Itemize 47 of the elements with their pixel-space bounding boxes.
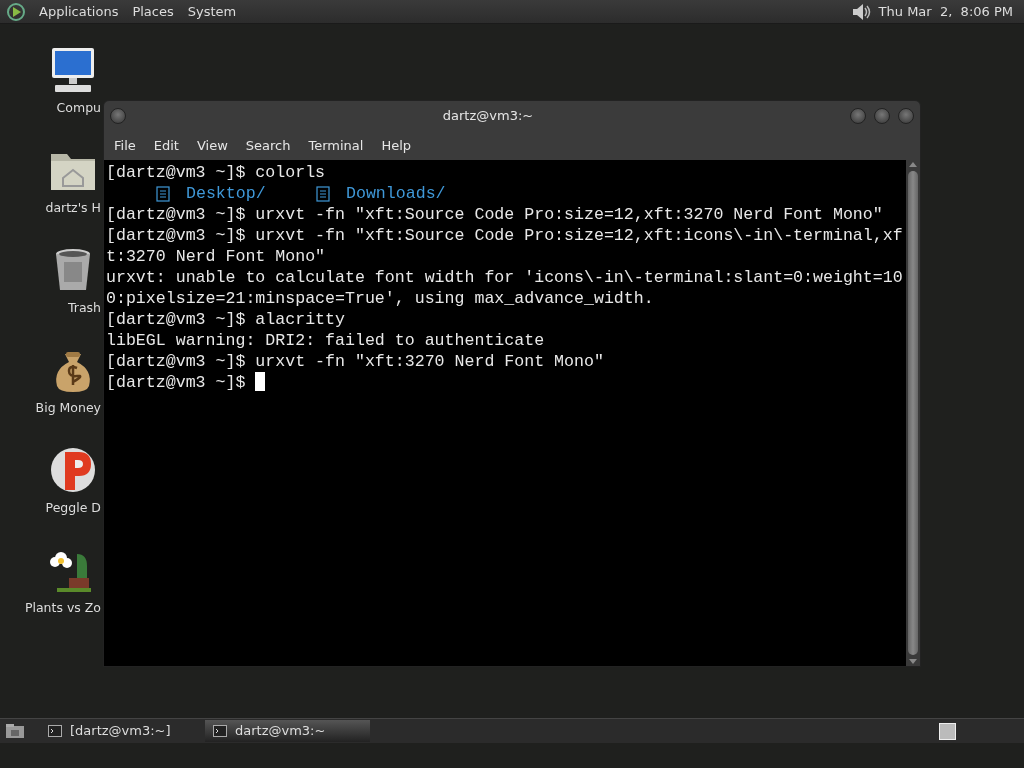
terminal-line: [dartz@vm3 ~]$ colorls — [106, 163, 326, 182]
directory-name[interactable]: Downloads/ — [346, 183, 446, 204]
logo-icon[interactable] — [6, 1, 26, 22]
text-cursor — [255, 372, 266, 391]
icon-label[interactable]: Trash — [67, 299, 101, 318]
icon-label[interactable]: Plants vs Zo — [24, 599, 101, 618]
menu-item[interactable]: Places — [125, 0, 181, 24]
menu-item[interactable]: Edit — [144, 131, 188, 160]
window-button[interactable] — [110, 108, 126, 124]
terminal-line: [dartz@vm3 ~]$ urxvt -fn "xft:3270 Nerd Font Mono" — [106, 352, 604, 371]
terminal-line: urxvt: unable to calculate font width for 'icons\-in\-terminal:slant=0:weight=10 — [106, 268, 903, 287]
directory-icon — [156, 185, 170, 202]
show-desktop-icon[interactable] — [4, 722, 26, 740]
scrollbar-thumb[interactable] — [908, 171, 918, 655]
menu-item[interactable]: Terminal — [299, 131, 373, 160]
icon-label[interactable]: dartz's H — [45, 199, 101, 218]
menu-item[interactable]: Applications — [32, 0, 126, 24]
terminal-line: [dartz@vm3 ~]$ alacritty — [106, 310, 345, 329]
scroll-up-icon[interactable] — [908, 160, 918, 168]
maximize-button[interactable] — [874, 108, 890, 124]
taskbar-button[interactable]: dartz@vm3:~ — [205, 720, 370, 742]
icon-label[interactable]: Peggle D — [45, 499, 101, 518]
terminal-line: t:3270 Nerd Font Mono" — [106, 247, 326, 266]
terminal-icon — [213, 725, 227, 737]
close-button[interactable] — [898, 108, 914, 124]
directory-name[interactable]: Desktop/ — [186, 183, 266, 204]
directory-icon — [316, 185, 330, 202]
terminal-line: [dartz@vm3 ~]$ urxvt -fn "xft:Source Code Pro:size=12,xft:3270 Nerd Font Mono" — [106, 205, 883, 224]
icon-label[interactable]: Compu — [56, 99, 101, 118]
terminal-line: 0:pixelsize=21:minspace=True', using max_advance_width. — [106, 289, 654, 308]
terminal-icon — [48, 725, 62, 737]
scrollbar[interactable] — [906, 160, 920, 666]
menu-item[interactable]: Help — [372, 131, 421, 160]
terminal-line: [dartz@vm3 ~]$ — [106, 373, 246, 392]
menu-item[interactable]: System — [180, 0, 244, 24]
icon-label[interactable]: Big Money — [35, 399, 101, 418]
menu-item[interactable]: View — [187, 131, 237, 160]
terminal-line: [dartz@vm3 ~]$ urxvt -fn "xft:Source Code Pro:size=12,xft:icons\-in\-terminal,xf — [106, 226, 903, 245]
menu-item[interactable]: Search — [236, 131, 300, 160]
taskbar-button[interactable]: [dartz@vm3:~] — [40, 720, 205, 742]
window-title: dartz@vm3:~ — [441, 107, 535, 126]
minimize-button[interactable] — [850, 108, 866, 124]
menu-item[interactable]: File — [105, 131, 145, 160]
terminal-line: libEGL warning: DRI2: failed to authenticate — [106, 331, 545, 350]
workspace-switcher[interactable] — [939, 722, 956, 740]
scroll-down-icon[interactable] — [908, 658, 918, 666]
clock[interactable]: Thu Mar 2, 8:06 PM — [871, 0, 1020, 24]
